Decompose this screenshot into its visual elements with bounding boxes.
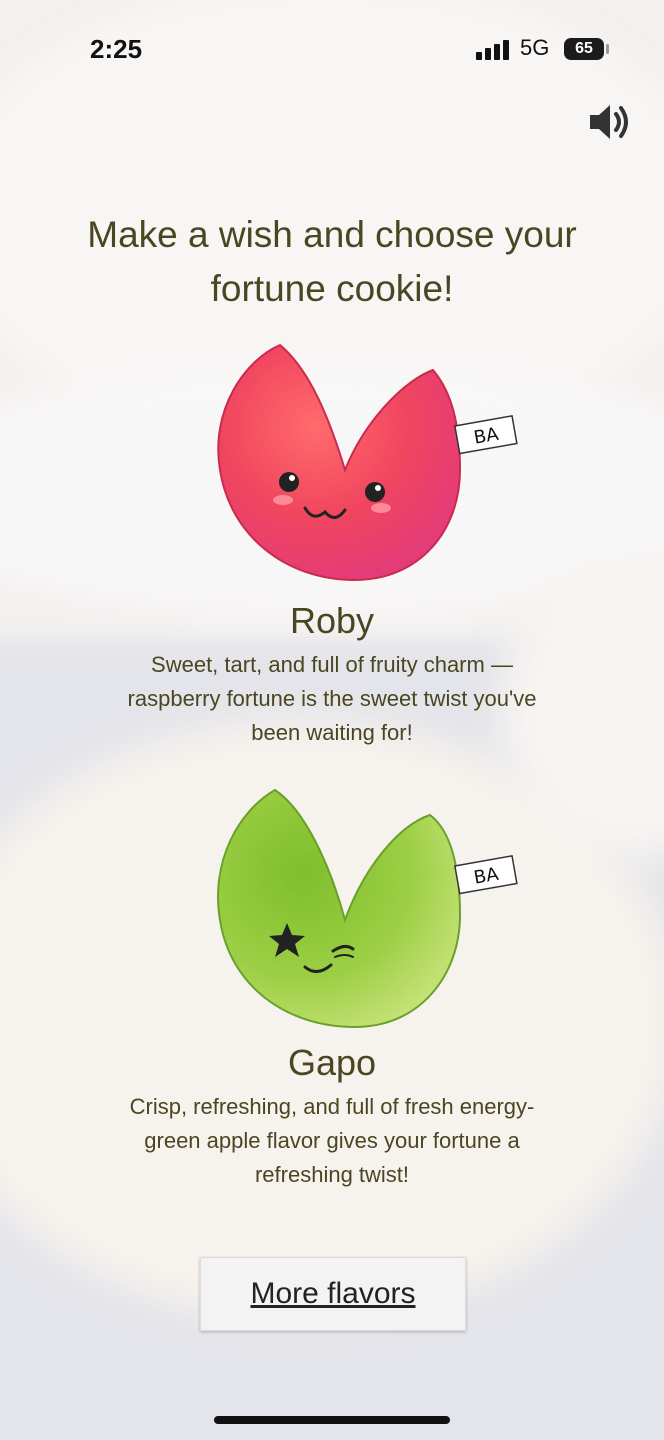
page-title: Make a wish and choose your fortune cook… (87, 214, 577, 309)
signal-icon (476, 38, 510, 60)
status-time: 2:25 (90, 34, 143, 64)
home-indicator[interactable] (214, 1416, 450, 1424)
roby-tag-text: BA (472, 424, 501, 449)
roby-name: Roby (289, 600, 375, 641)
battery-cap (606, 44, 609, 54)
roby-description: Sweet, tart, and full of fruity charm —r… (127, 652, 537, 745)
gapo-tag-text: BA (472, 864, 501, 889)
gapo-description: Crisp, refreshing, and full of fresh ene… (129, 1094, 535, 1187)
roby-cookie-image[interactable]: BA (205, 340, 525, 590)
battery-icon: 65 (564, 38, 604, 60)
status-bar: 2:25 5G 65 (0, 0, 664, 100)
network-label: 5G (520, 35, 550, 60)
gapo-cookie-image[interactable]: BA (205, 785, 525, 1035)
speaker-icon[interactable] (586, 100, 634, 144)
more-flavors-button[interactable]: More flavors (200, 1257, 466, 1331)
gapo-name: Gapo (287, 1042, 377, 1083)
